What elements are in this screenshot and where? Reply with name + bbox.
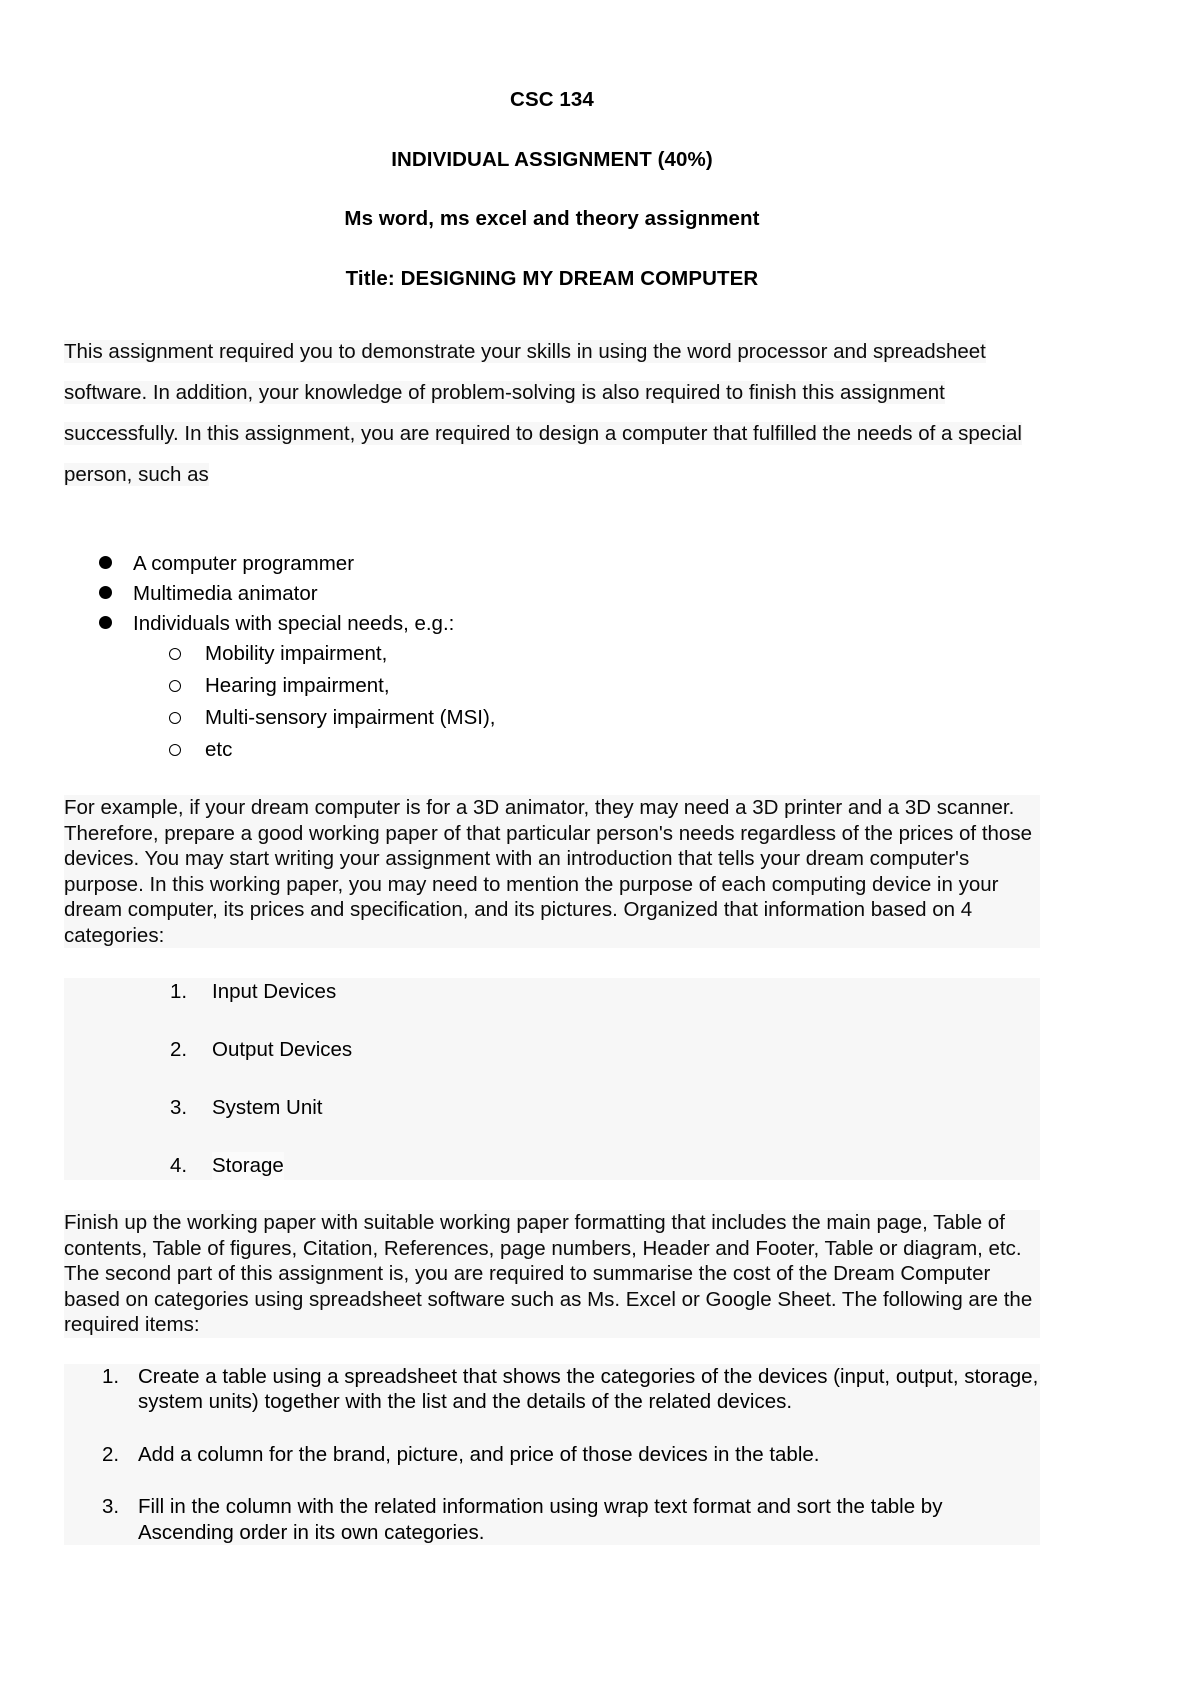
list-item: 3. System Unit xyxy=(64,1094,1040,1122)
hollow-circle-icon xyxy=(64,737,205,767)
intro-paragraph: This assignment required you to demonstr… xyxy=(64,331,1040,495)
list-item-number: 2. xyxy=(102,1442,120,1466)
list-item-label: Individuals with special needs, e.g.: xyxy=(133,612,455,635)
list-item: 3. Fill in the column with the related i… xyxy=(64,1494,1040,1545)
sub-list-item-label: Hearing impairment, xyxy=(205,674,390,697)
list-item-number: 3. xyxy=(102,1495,120,1518)
heading-assignment: INDIVIDUAL ASSIGNMENT (40%) xyxy=(391,147,713,171)
sub-list-item: Hearing impairment, xyxy=(64,671,1040,703)
list-item: 2. Output Devices xyxy=(64,1036,1040,1064)
filled-circle-icon xyxy=(64,580,133,609)
heading-course-code: CSC 134 xyxy=(510,88,594,111)
bullet-list: A computer programmer Multimedia animato… xyxy=(64,549,1040,767)
title-separator: : xyxy=(387,266,401,290)
hollow-circle-icon xyxy=(64,705,205,735)
heading-title: Title: DESIGNING MY DREAM COMPUTER xyxy=(64,266,1040,290)
list-item-label: Create a table using a spreadsheet that … xyxy=(138,1364,1039,1414)
list-item: A computer programmer xyxy=(64,549,1040,579)
sub-list-item-label: etc xyxy=(205,738,233,761)
sub-list-item: Mobility impairment, xyxy=(64,639,1040,671)
list-item-label: System Unit xyxy=(212,1096,323,1119)
list-item-label: Multimedia animator xyxy=(133,582,318,605)
list-item: Multimedia animator xyxy=(64,579,1040,609)
list-item-label: Input Devices xyxy=(212,980,337,1003)
required-items-list: 1. Create a table using a spreadsheet th… xyxy=(64,1363,1040,1545)
list-item: 2. Add a column for the brand, picture, … xyxy=(64,1442,1040,1468)
sub-bullet-list: Mobility impairment, Hearing impairment,… xyxy=(64,639,1040,767)
title-value: DESIGNING MY DREAM COMPUTER xyxy=(400,266,759,290)
finish-paragraph-text: Finish up the working paper with suitabl… xyxy=(64,1211,1033,1336)
sub-list-item: etc xyxy=(64,735,1040,767)
intro-paragraph-text: This assignment required you to demonstr… xyxy=(64,340,1022,486)
list-item-label: Output Devices xyxy=(212,1038,353,1061)
list-item: Individuals with special needs, e.g.: xyxy=(64,609,1040,639)
example-paragraph-text: For example, if your dream computer is f… xyxy=(64,796,1032,947)
category-list: 1. Input Devices 2. Output Devices 3. Sy… xyxy=(64,978,1040,1180)
list-item: 1. Create a table using a spreadsheet th… xyxy=(64,1364,1040,1415)
finish-paragraph: Finish up the working paper with suitabl… xyxy=(64,1210,1040,1338)
list-item-number: 1. xyxy=(102,1364,120,1388)
list-item-label: Add a column for the brand, picture, and… xyxy=(138,1442,820,1466)
hollow-circle-icon xyxy=(64,673,205,703)
list-item-label: A computer programmer xyxy=(133,552,355,575)
filled-circle-icon xyxy=(64,550,133,579)
list-item-label: Storage xyxy=(212,1152,284,1180)
example-paragraph: For example, if your dream computer is f… xyxy=(64,795,1040,948)
document-page: CSC 134 INDIVIDUAL ASSIGNMENT (40%) Ms w… xyxy=(0,0,1200,1698)
list-item-number: 4. xyxy=(170,1154,188,1177)
sub-list-item-label: Mobility impairment, xyxy=(205,642,388,665)
list-item-number: 3. xyxy=(170,1096,188,1119)
list-item-number: 2. xyxy=(170,1038,188,1061)
title-label: Title xyxy=(345,266,388,290)
list-item: 1. Input Devices xyxy=(64,978,1040,1006)
heading-subtitle: Ms word, ms excel and theory assignment xyxy=(344,207,760,230)
document-content: CSC 134 INDIVIDUAL ASSIGNMENT (40%) Ms w… xyxy=(64,0,1040,1572)
sub-list-item-label: Multi-sensory impairment (MSI), xyxy=(205,706,496,729)
filled-circle-icon xyxy=(64,610,133,639)
sub-list-item: Multi-sensory impairment (MSI), xyxy=(64,703,1040,735)
hollow-circle-icon xyxy=(64,641,205,671)
list-item-label: Fill in the column with the related info… xyxy=(138,1495,943,1544)
list-item: 4. Storage xyxy=(64,1152,1040,1180)
list-item-number: 1. xyxy=(170,980,188,1003)
